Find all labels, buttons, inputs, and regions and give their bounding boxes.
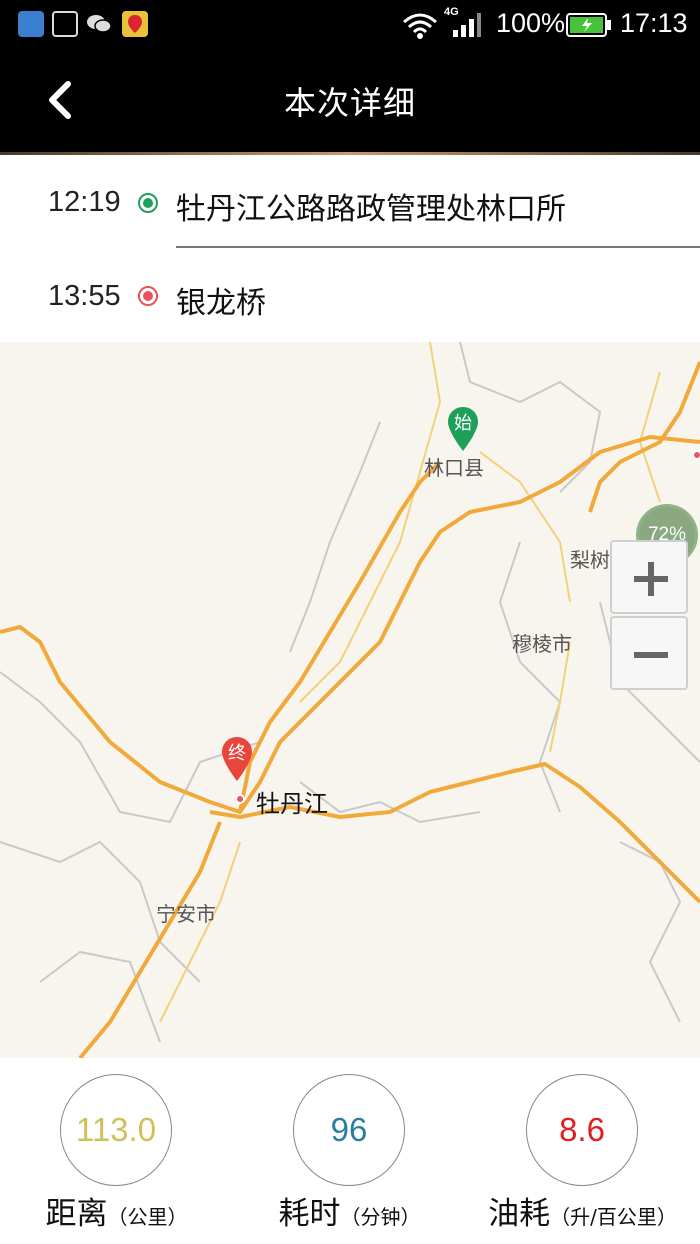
end-marker-icon[interactable]: 终 — [220, 736, 254, 782]
start-marker-label: 始 — [454, 413, 472, 434]
wifi-icon — [400, 10, 440, 44]
distance-unit: （公里） — [107, 1205, 188, 1229]
trip-stats: 113.0 距离（公里） 96 耗时（分钟） 8.6 油耗（升/百公里） — [0, 1058, 700, 1244]
city-dot-icon — [692, 450, 700, 460]
map-label-mudanjiang: 牡丹江 — [256, 790, 328, 818]
stat-fuel: 8.6 油耗（升/百公里） — [466, 1058, 699, 1244]
fuel-label: 油耗（升/百公里） — [466, 1188, 699, 1233]
map-label-ningan: 宁安市 — [156, 902, 216, 926]
start-location: 牡丹江公路路政管理处林口所 — [176, 192, 566, 227]
wechat-icon — [86, 11, 112, 37]
signal-icon — [452, 12, 482, 42]
zoom-in-button[interactable] — [610, 540, 688, 614]
distance-value: 113.0 — [60, 1074, 172, 1186]
start-marker-icon[interactable]: 始 — [446, 406, 480, 452]
end-time: 13:55 — [48, 280, 121, 312]
clock: 17:13 — [620, 8, 688, 38]
duration-label: 耗时（分钟） — [233, 1188, 466, 1233]
gallery-notification-icon — [52, 11, 78, 37]
status-bar: 4G 100% 17:13 — [0, 0, 700, 50]
route-map[interactable]: 林口县 梨树区 穆棱市 牡丹江 宁安市 始 终 72% — [0, 342, 700, 1058]
app-header: 本次详细 — [0, 50, 700, 154]
route-end-row: 13:55 银龙桥 — [0, 250, 700, 344]
end-marker-label: 终 — [228, 743, 246, 764]
fuel-unit: （升/百公里） — [550, 1205, 677, 1229]
start-time: 12:19 — [48, 186, 121, 218]
duration-unit: （分钟） — [340, 1205, 421, 1229]
duration-title: 耗时 — [278, 1196, 341, 1232]
end-location: 银龙桥 — [176, 286, 266, 321]
end-dot-icon — [138, 286, 158, 306]
duration-value: 96 — [293, 1074, 405, 1186]
route-start-row: 12:19 牡丹江公路路政管理处林口所 — [0, 156, 700, 250]
stat-distance: 113.0 距离（公里） — [0, 1058, 233, 1244]
city-dot-icon — [235, 794, 245, 804]
zoom-out-button[interactable] — [610, 616, 688, 690]
map-label-muling: 穆棱市 — [512, 632, 572, 656]
distance-label: 距离（公里） — [0, 1188, 233, 1233]
stat-duration: 96 耗时（分钟） — [233, 1058, 466, 1244]
fuel-value: 8.6 — [526, 1074, 638, 1186]
map-app-icon — [122, 11, 148, 37]
map-roads — [0, 342, 700, 1058]
battery-icon — [566, 12, 612, 42]
distance-title: 距离 — [45, 1196, 108, 1232]
map-label-linkou: 林口县 — [424, 456, 484, 480]
fuel-title: 油耗 — [488, 1196, 551, 1232]
battery-percent: 100% — [496, 8, 566, 38]
app-notification-icon — [18, 11, 44, 37]
header-divider — [0, 152, 700, 155]
page-title: 本次详细 — [283, 84, 416, 122]
route-divider — [176, 246, 700, 248]
start-dot-icon — [138, 193, 158, 213]
